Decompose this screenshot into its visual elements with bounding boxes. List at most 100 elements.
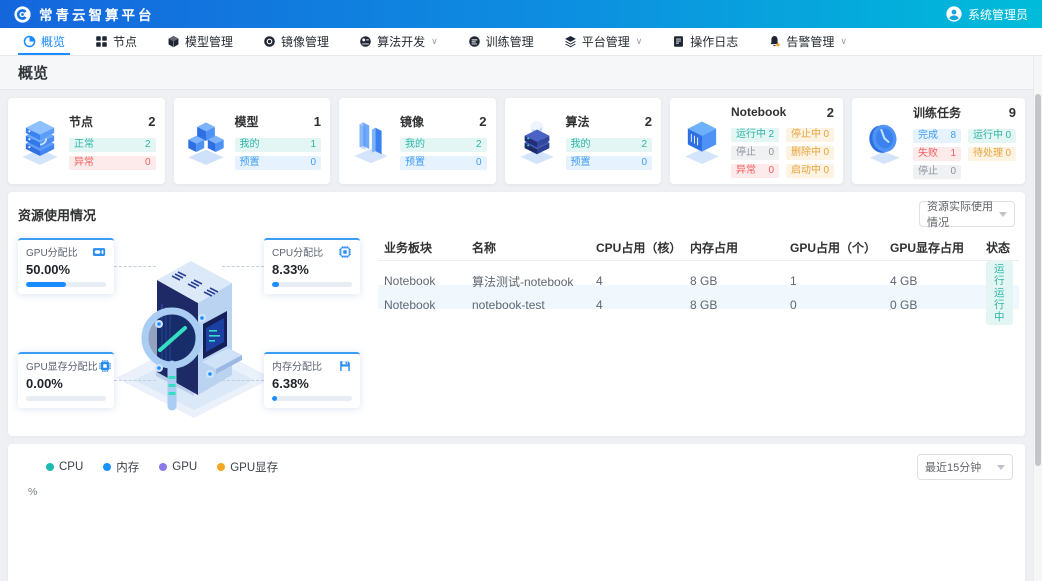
app-header: 常青云智算平台 系统管理员 [0, 0, 1042, 28]
connector-line [222, 380, 264, 381]
stat-badge: 我的2 [400, 138, 487, 152]
clock-illustration [861, 116, 907, 166]
model-icon [167, 35, 180, 48]
stat-badge-value: 2 [145, 139, 151, 151]
legend-dot-icon [46, 463, 54, 471]
stat-badge: 预置0 [235, 156, 322, 170]
stat-badge-label: 停止中 [791, 129, 821, 141]
nav-item-overview[interactable]: 概览 [8, 28, 80, 55]
connector-line [222, 266, 264, 267]
table-cell: 0 [790, 298, 890, 312]
resource-section-title: 资源使用情况 [18, 205, 96, 224]
legend-dot-icon [103, 463, 111, 471]
stat-card-notebook[interactable]: Notebook2运行中2停止0异常0停止中0删除中0启动中0 [670, 98, 843, 184]
resource-filter-value: 资源实际使用情况 [927, 198, 999, 230]
legend-item-gpu显存[interactable]: GPU显存 [217, 459, 278, 475]
stat-badge-label: 我的 [405, 139, 425, 151]
stat-badge-value: 0 [950, 166, 956, 178]
stat-badge: 启动中0 [786, 164, 834, 178]
nav-item-model-management[interactable]: 模型管理 [152, 28, 248, 55]
gauge-value: 8.33% [272, 262, 352, 277]
stat-badge: 预置0 [566, 156, 653, 170]
gauge-card-gpu-memory-allocation: GPU显存分配比0.00% [18, 352, 114, 408]
stat-card-count: 2 [148, 114, 155, 129]
stat-badge-value: 2 [768, 129, 774, 141]
table-column-header: CPU占用（核） [596, 239, 690, 256]
chart-unit-label: % [28, 486, 1013, 498]
table-column-header: 名称 [472, 239, 596, 256]
alert-icon [768, 35, 781, 48]
overview-icon [23, 35, 36, 48]
chevron-down-icon: ∨ [636, 36, 643, 47]
stat-badge-label: 预置 [405, 157, 425, 169]
user-menu[interactable]: 系统管理员 [946, 6, 1028, 23]
memory-disk-icon [338, 359, 352, 373]
stat-card-models[interactable]: 模型 1 我的1 预置0 [174, 98, 331, 184]
log-icon [672, 35, 685, 48]
nav-item-label: 平台管理 [582, 33, 630, 50]
stat-card-nodes[interactable]: 节点2正常2异常0 [8, 98, 165, 184]
vertical-scrollbar[interactable] [1033, 56, 1042, 581]
table-row[interactable]: Notebook算法测试-notebook48 GB14 GB运行中 [378, 261, 1019, 285]
stat-badge: 异常0 [69, 156, 156, 170]
nav-item-alert-management[interactable]: 告警管理∨ [753, 28, 862, 55]
nav-item-label: 训练管理 [486, 33, 534, 50]
stat-card-count: 2 [479, 114, 486, 129]
stat-badge-label: 我的 [240, 139, 260, 151]
user-name: 系统管理员 [968, 6, 1028, 23]
legend-dot-icon [217, 463, 225, 471]
stat-card-title: 训练任务 [913, 104, 961, 121]
resource-panel: 资源使用情况 资源实际使用情况 [8, 192, 1025, 436]
stat-badge-label: 异常 [736, 165, 756, 177]
algo-stack-illustration [514, 116, 560, 166]
nav-item-algorithm-development[interactable]: 算法开发∨ [344, 28, 453, 55]
stat-card-images[interactable]: 镜像2我的2预置0 [339, 98, 496, 184]
stat-card-algorithms[interactable]: 算法2我的2预置0 [505, 98, 662, 184]
table-column-header: GPU占用（个） [790, 239, 890, 256]
stat-card-count: 2 [645, 114, 652, 129]
gauge-card-cpu-allocation: CPU分配比8.33% [264, 238, 360, 294]
stat-card-training-tasks[interactable]: 训练任务9完成8失败1停止0运行中0待处理0 [852, 98, 1025, 184]
stat-badge-label: 运行中 [973, 130, 1003, 142]
table-cell: Notebook [384, 298, 472, 312]
stat-card-title: 算法 [566, 113, 590, 130]
nav-item-operation-logs[interactable]: 操作日志 [657, 28, 753, 55]
table-cell: 8 GB [690, 298, 790, 312]
stat-badge: 运行中2 [731, 128, 779, 142]
main-nav: 概览节点模型管理镜像管理算法开发∨训练管理平台管理∨操作日志告警管理∨ [0, 28, 1042, 56]
legend-label: GPU [172, 461, 197, 473]
nav-item-training-management[interactable]: 训练管理 [453, 28, 549, 55]
stat-badge: 正常2 [69, 138, 156, 152]
table-cell: 8 GB [690, 274, 790, 288]
nav-item-image-management[interactable]: 镜像管理 [248, 28, 344, 55]
chevron-down-icon: ∨ [840, 36, 847, 47]
cpu-chip-icon [338, 245, 352, 259]
time-range-select[interactable]: 最近15分钟 [917, 454, 1013, 480]
stat-badge: 停止0 [913, 165, 961, 179]
stat-card-count: 1 [314, 114, 321, 129]
legend-item-cpu[interactable]: CPU [46, 461, 83, 473]
nav-item-label: 概览 [41, 33, 65, 50]
cubes-illustration [183, 116, 229, 166]
user-avatar-icon [946, 6, 962, 22]
nav-item-label: 算法开发 [377, 33, 425, 50]
stat-badge-value: 0 [476, 157, 482, 169]
legend-item-gpu[interactable]: GPU [159, 461, 197, 473]
nav-item-nodes[interactable]: 节点 [80, 28, 152, 55]
scrollbar-thumb[interactable] [1035, 94, 1041, 466]
gauge-progress-bar [272, 282, 352, 287]
table-cell: 4 GB [890, 274, 986, 288]
legend-label: CPU [59, 461, 83, 473]
table-cell: Notebook [384, 274, 472, 288]
legend-item-内存[interactable]: 内存 [103, 459, 139, 475]
stat-card-title: 模型 [235, 113, 259, 130]
nav-item-platform-management[interactable]: 平台管理 ∨ [549, 28, 658, 55]
table-cell: 0 GB [890, 298, 986, 312]
stat-badge: 我的1 [235, 138, 322, 152]
training-icon [468, 35, 481, 48]
monitor-panel: CPU 内存 GPU GPU显存 最近15分钟 % [8, 444, 1025, 581]
resource-filter-select[interactable]: 资源实际使用情况 [919, 201, 1015, 227]
table-column-header: 业务板块 [384, 239, 472, 256]
gauge-progress-fill [26, 282, 66, 287]
page-title: 概览 [18, 62, 48, 83]
